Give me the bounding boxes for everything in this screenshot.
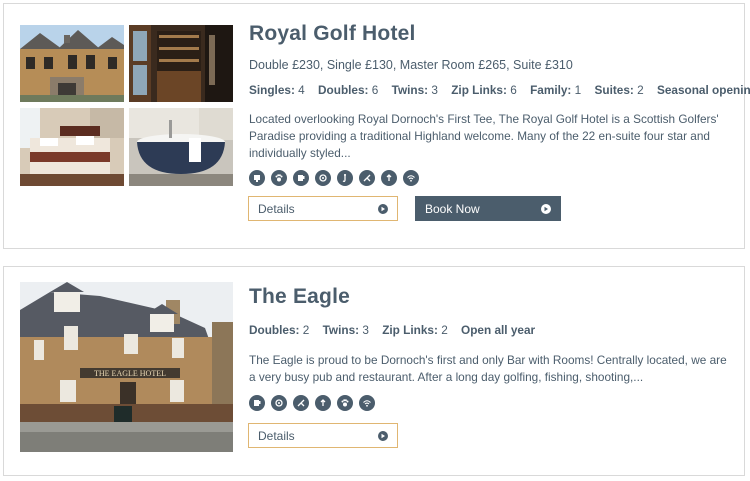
hotel-name[interactable]: The Eagle	[249, 285, 350, 309]
stat-value: 6	[510, 83, 517, 97]
stat-label: Doubles:	[318, 83, 369, 97]
stat-value: 2	[441, 323, 448, 337]
bar-icon	[249, 395, 265, 411]
restaurant-icon	[249, 170, 265, 186]
hotel-exterior-photo[interactable]: THE EAGLE HOTEL	[20, 282, 233, 452]
stat-value: 4	[298, 83, 305, 97]
season-status: Seasonal opening	[656, 83, 750, 97]
amenity-icons	[249, 395, 375, 411]
hotel-sign-text: THE EAGLE HOTEL	[94, 369, 166, 378]
stat-value: 2	[637, 83, 644, 97]
wifi-icon	[359, 395, 375, 411]
stat-label: Twins:	[391, 83, 429, 97]
hotel-bedroom-photo[interactable]	[20, 108, 124, 186]
hotel-rates: Double £230, Single £130, Master Room £2…	[249, 58, 573, 72]
restaurant-icon	[315, 395, 331, 411]
bar-icon	[293, 170, 309, 186]
hotel-bathroom-photo[interactable]	[129, 108, 233, 186]
hotel-exterior-photo[interactable]	[20, 25, 124, 102]
book-now-button[interactable]: Book Now	[415, 196, 561, 221]
amenity-icons	[249, 170, 419, 186]
room-stats: Doubles: 2 Twins: 3 Zip Links: 2 Open al…	[249, 323, 535, 337]
pet-friendly-icon	[271, 170, 287, 186]
details-button-label: Details	[258, 201, 295, 216]
hotel-name[interactable]: Royal Golf Hotel	[249, 22, 416, 46]
fishing-icon	[293, 395, 309, 411]
stat-label: Zip Links:	[451, 83, 507, 97]
hotel-card-royal-golf: Royal Golf Hotel Double £230, Single £13…	[3, 3, 750, 249]
pet-friendly-icon	[337, 395, 353, 411]
stat-label: Zip Links:	[382, 323, 438, 337]
golf-icon	[271, 395, 287, 411]
room-stats: Singles: 4 Doubles: 6 Twins: 3 Zip Links…	[249, 83, 750, 97]
hotel-description: The Eagle is proud to be Dornoch's first…	[249, 353, 727, 384]
fishing-icon	[337, 170, 353, 186]
parking-icon	[381, 170, 397, 186]
wifi-icon	[359, 170, 375, 186]
stat-label: Singles:	[249, 83, 295, 97]
book-now-button-label: Book Now	[425, 201, 480, 216]
stat-value: 3	[431, 83, 438, 97]
details-button[interactable]: Details	[248, 423, 398, 448]
arrow-right-icon	[378, 430, 388, 441]
arrow-right-icon	[378, 203, 388, 214]
stat-label: Doubles:	[249, 323, 300, 337]
stat-label: Suites:	[594, 83, 634, 97]
season-status: Open all year	[461, 323, 536, 337]
hotel-description: Located overlooking Royal Dornoch's Firs…	[249, 112, 719, 160]
stat-value: 3	[362, 323, 369, 337]
stat-value: 2	[302, 323, 310, 337]
arrow-right-icon	[541, 203, 551, 214]
hotel-bar-photo[interactable]	[129, 25, 233, 102]
golf-icon	[315, 170, 331, 186]
details-button-label: Details	[258, 428, 295, 443]
stat-value: 1	[574, 83, 582, 97]
stat-label: Family:	[530, 83, 572, 97]
details-button[interactable]: Details	[248, 196, 398, 221]
hotel-card-the-eagle: THE EAGLE HOTEL The Eagle Doubles: 2 Twi…	[3, 266, 745, 476]
wifi-signal-icon	[403, 170, 419, 186]
stat-label: Twins:	[322, 323, 360, 337]
stat-value: 6	[371, 83, 379, 97]
